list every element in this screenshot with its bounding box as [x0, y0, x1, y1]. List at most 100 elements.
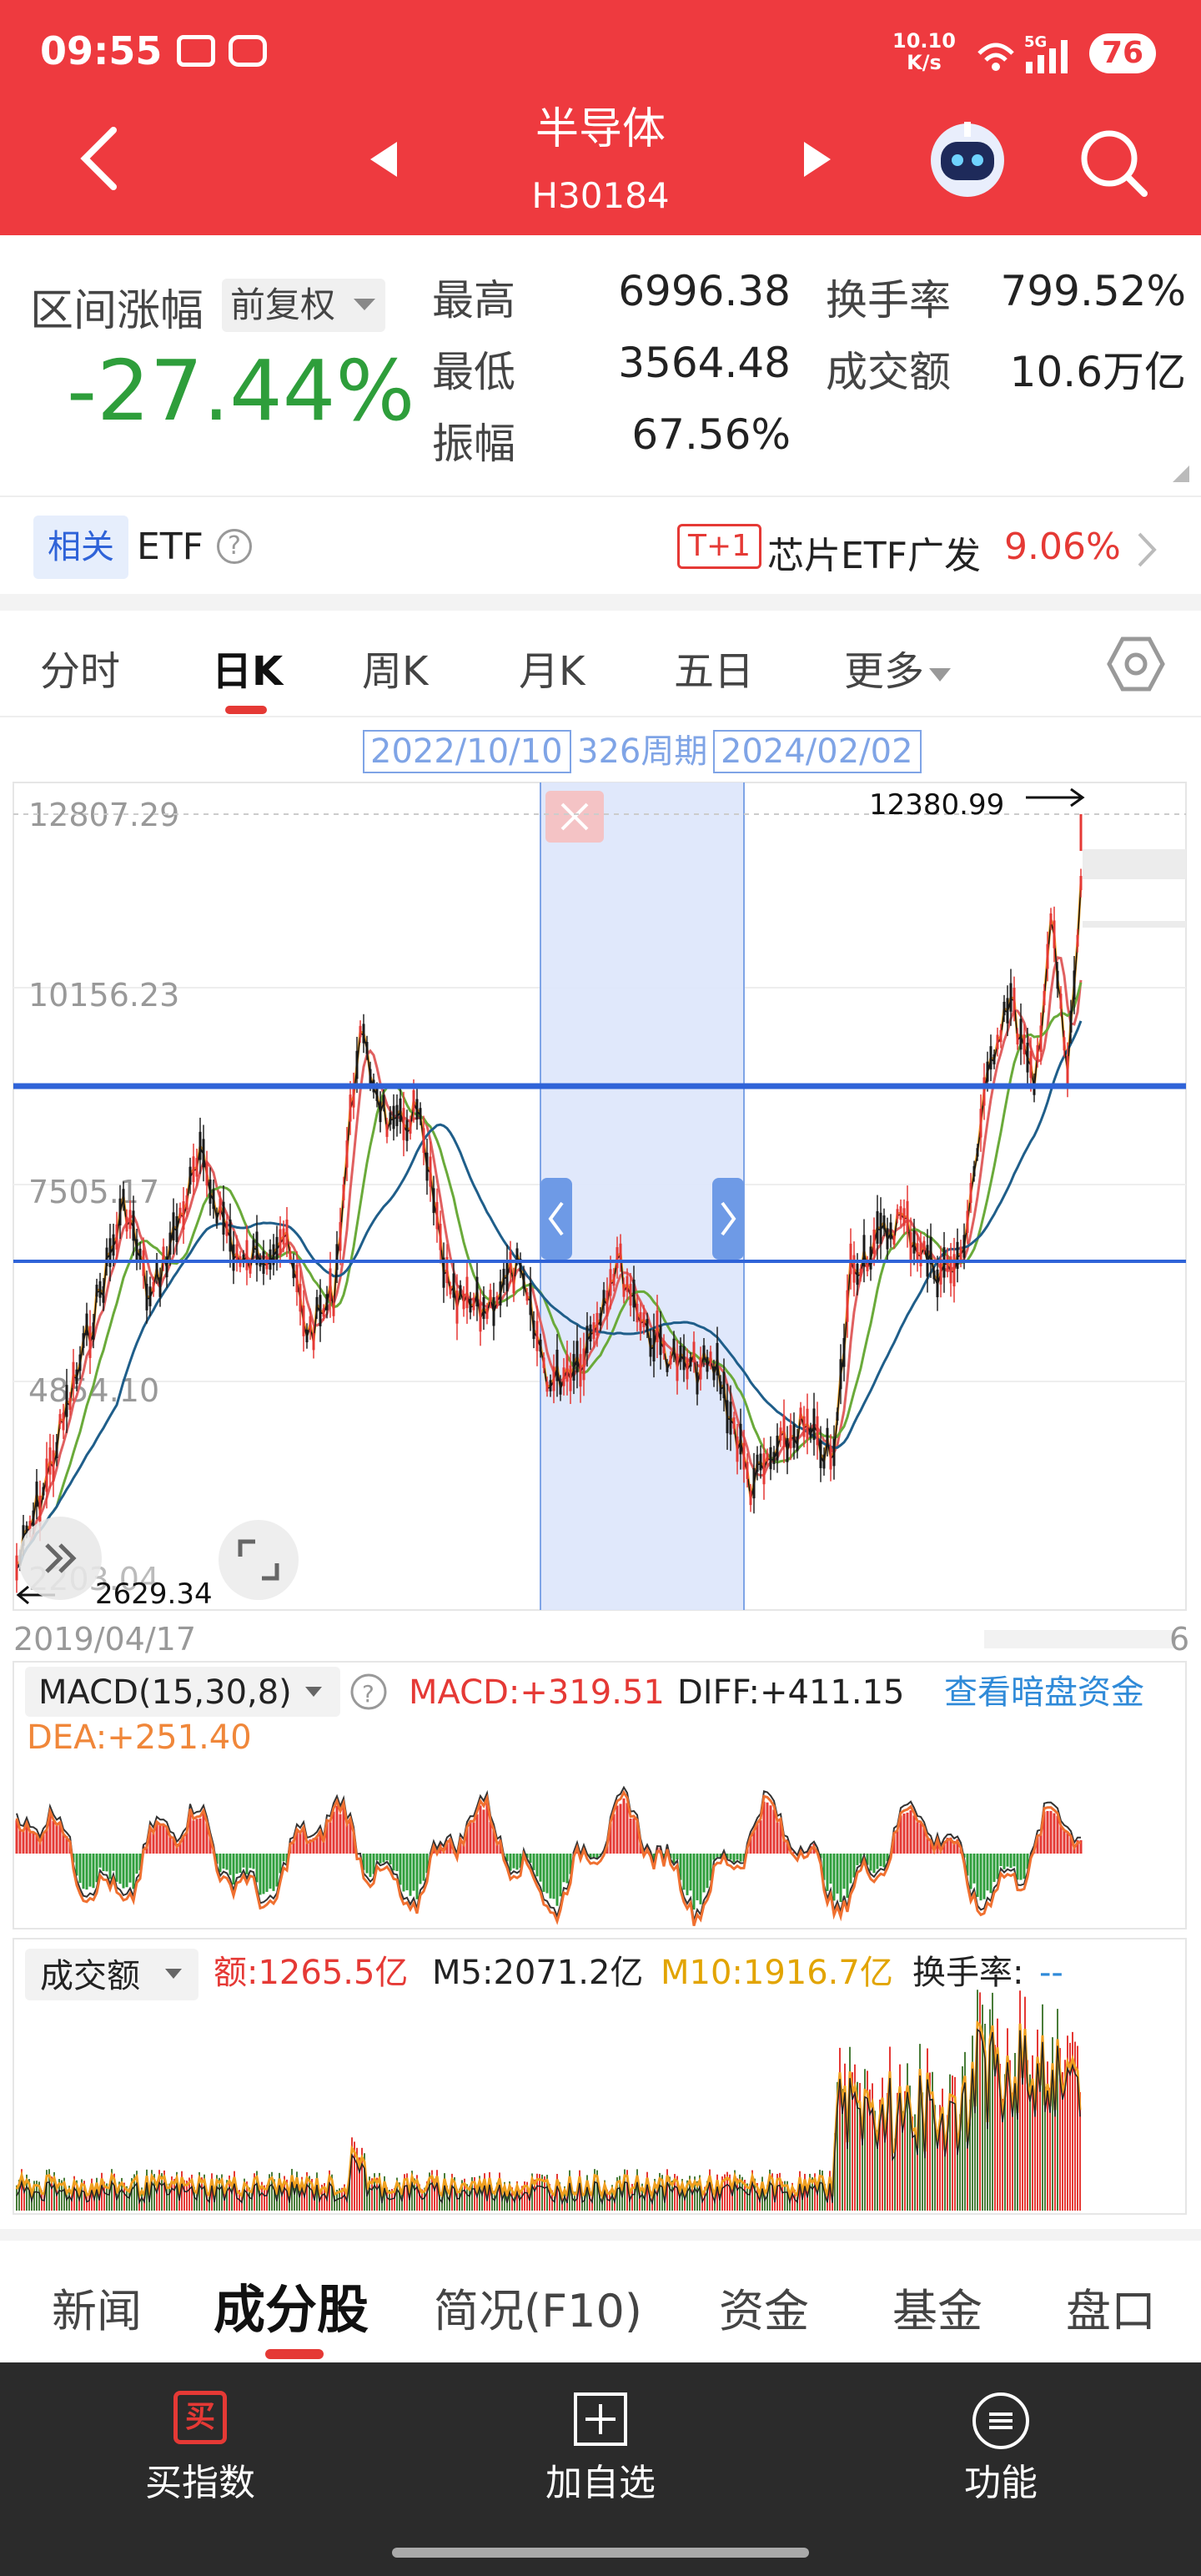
candle-body [749, 1491, 752, 1506]
candle-body [549, 1380, 552, 1391]
candle-body [882, 1215, 886, 1230]
interval-end[interactable]: 2024/02/02 [721, 732, 913, 771]
candle-body [1076, 934, 1079, 947]
candle-body [575, 1341, 579, 1373]
candle-body [409, 1121, 412, 1134]
candle-body [776, 1436, 779, 1461]
interval-start[interactable]: 2022/10/10 [370, 732, 563, 771]
candle-body [405, 1119, 409, 1141]
candle-body [485, 1308, 489, 1319]
candle-body [118, 1198, 122, 1225]
candle-body [822, 1454, 826, 1469]
btab-f10[interactable]: 简况(F10) [434, 2274, 642, 2340]
candle-body [856, 1263, 859, 1285]
candle-body [332, 1302, 335, 1316]
tab-more[interactable]: 更多 [844, 638, 952, 697]
candle-body [552, 1366, 555, 1391]
app-header: 09:55 10.10 K/s 5G 76 半导体 H30184 [0, 0, 1201, 235]
candle-body [198, 1131, 202, 1160]
nav-add-watchlist[interactable]: 加自选 [475, 2453, 726, 2506]
search-icon[interactable] [1076, 125, 1151, 200]
candle-body [55, 1441, 58, 1458]
btab-constituents[interactable]: 成分股 [214, 2267, 369, 2342]
help-icon[interactable]: ? [217, 529, 252, 564]
candle-body [75, 1369, 78, 1385]
voicemail-icon [229, 35, 267, 67]
volume-turnover-value: -- [1039, 1954, 1063, 1992]
btab-fund[interactable]: 基金 [892, 2274, 982, 2340]
candle-body [1043, 991, 1046, 1006]
candle-body [812, 1408, 816, 1441]
nav-functions[interactable]: 功能 [876, 2453, 1126, 2506]
candle-body [535, 1321, 539, 1351]
candle-body [1053, 920, 1056, 948]
selection-left-handle[interactable] [540, 1178, 572, 1260]
tab-five-day[interactable]: 五日 [674, 638, 754, 697]
fund-name[interactable]: 芯片ETF广发 [767, 526, 981, 579]
candle-body [936, 1269, 939, 1298]
candle-body [719, 1381, 722, 1395]
candle-body [1023, 1034, 1026, 1054]
back-icon[interactable] [75, 125, 125, 192]
candle-body [706, 1356, 709, 1372]
adjust-dropdown[interactable]: 前复权 [222, 279, 386, 332]
prev-index-icon[interactable] [367, 140, 400, 179]
candle-body [669, 1355, 672, 1365]
selection-right-handle[interactable] [712, 1178, 744, 1260]
candle-body [48, 1447, 52, 1475]
candle-body [529, 1283, 532, 1316]
net-speed-value: 10.10 [892, 29, 956, 53]
candle-body [1016, 1033, 1019, 1045]
candle-body [188, 1166, 192, 1185]
candle-body [739, 1423, 742, 1455]
start-date: 2019/04/17 [13, 1621, 196, 1658]
candle-body [849, 1243, 852, 1275]
candle-body [1046, 943, 1049, 969]
etf-label[interactable]: ETF [137, 526, 204, 568]
settings-icon[interactable] [1106, 634, 1166, 694]
tab-daily-k[interactable]: 日K [212, 638, 283, 697]
btab-orderbook[interactable]: 盘口 [1066, 2274, 1156, 2340]
volume-turnover-label: 换手率: [912, 1954, 1023, 1992]
turnover-value: 799.52% [1000, 267, 1186, 315]
candle-body [642, 1312, 646, 1327]
candle-body [922, 1240, 926, 1250]
candle-body [128, 1210, 132, 1230]
candle-body [746, 1462, 749, 1479]
candle-body [646, 1319, 649, 1332]
candle-body [362, 1024, 365, 1044]
menu-icon[interactable] [971, 2391, 1031, 2451]
candle-body [952, 1254, 956, 1287]
candle-body [726, 1400, 729, 1434]
candle-body [429, 1156, 432, 1187]
kline-chart[interactable]: 2022/10/10 326周期 2024/02/02 12807.29 101… [0, 717, 1201, 2219]
candle-body [629, 1284, 632, 1306]
add-watchlist-icon[interactable] [572, 2391, 629, 2448]
fullscreen-button[interactable] [219, 1520, 299, 1600]
candle-body [555, 1350, 559, 1381]
candle-body [252, 1240, 255, 1253]
candle-body [92, 1322, 95, 1340]
low-label: 最低 [432, 348, 515, 396]
candle-body [525, 1292, 529, 1301]
tab-weekly-k[interactable]: 周K [362, 638, 428, 697]
candle-body [582, 1348, 585, 1381]
nav-buy-index[interactable]: 买指数 [75, 2453, 325, 2506]
dark-pool-link[interactable]: 查看暗盘资金 [944, 1673, 1144, 1712]
candle-body [565, 1354, 569, 1382]
candle-body [1026, 1042, 1029, 1073]
candle-body [579, 1354, 582, 1387]
buy-index-icon[interactable]: 买 [173, 2391, 227, 2444]
btab-funds[interactable]: 资金 [719, 2274, 809, 2340]
candle-body [148, 1286, 152, 1306]
candle-body [709, 1351, 712, 1364]
chevron-right-icon[interactable] [1134, 531, 1159, 569]
tab-timeshare[interactable]: 分时 [40, 638, 120, 697]
next-index-icon[interactable] [801, 140, 834, 179]
end-date: 6 [1169, 1621, 1189, 1658]
robot-assistant-icon[interactable] [926, 117, 1009, 200]
tab-monthly-k[interactable]: 月K [519, 638, 585, 697]
home-indicator [392, 2548, 809, 2558]
expand-corner-icon[interactable] [1171, 464, 1191, 484]
btab-news[interactable]: 新闻 [52, 2274, 142, 2340]
